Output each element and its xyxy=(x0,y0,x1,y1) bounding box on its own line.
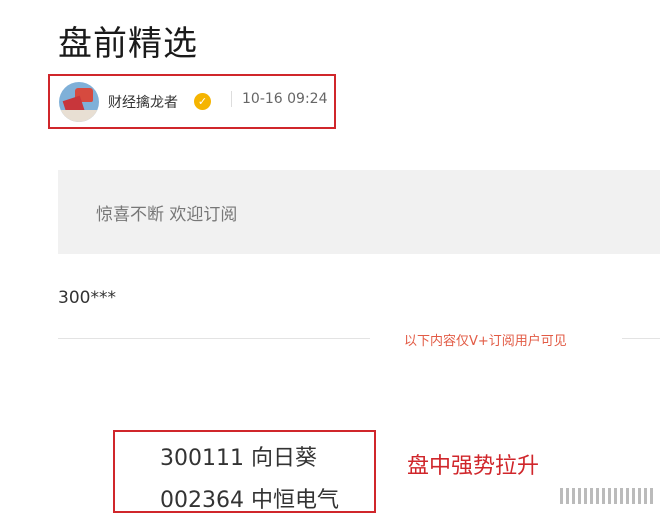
stock-code: 002364 xyxy=(160,488,244,513)
author-avatar[interactable] xyxy=(59,82,99,122)
annotation-text: 盘中强势拉升 xyxy=(407,454,540,479)
divider-left xyxy=(58,338,370,339)
stock-code: 300111 xyxy=(160,446,244,471)
stock-name: 中恒电气 xyxy=(250,488,339,513)
check-badge-icon: ✓ xyxy=(194,93,211,110)
divider-right xyxy=(622,338,660,339)
divider xyxy=(231,91,232,107)
publish-time: 10-16 09:24 xyxy=(242,91,328,107)
stock-highlight-box: 300111 向日葵 002364 中恒电气 xyxy=(113,430,376,513)
promo-text: 惊喜不断 欢迎订阅 xyxy=(96,205,238,225)
page-title: 盘前精选 xyxy=(58,24,198,64)
stock-name: 向日葵 xyxy=(250,446,317,471)
vip-notice: 以下内容仅V+订阅用户可见 xyxy=(404,334,567,349)
stock-item: 300111 向日葵 xyxy=(160,440,317,472)
author-highlight-box: 财经擒龙者 ✓ 10-16 09:24 xyxy=(48,74,336,129)
author-name[interactable]: 财经擒龙者 xyxy=(108,92,178,112)
stock-item: 002364 中恒电气 xyxy=(160,482,339,514)
preview-code: 300*** xyxy=(58,288,116,308)
promo-banner: 惊喜不断 欢迎订阅 xyxy=(58,170,660,254)
share-icon[interactable] xyxy=(560,488,653,504)
